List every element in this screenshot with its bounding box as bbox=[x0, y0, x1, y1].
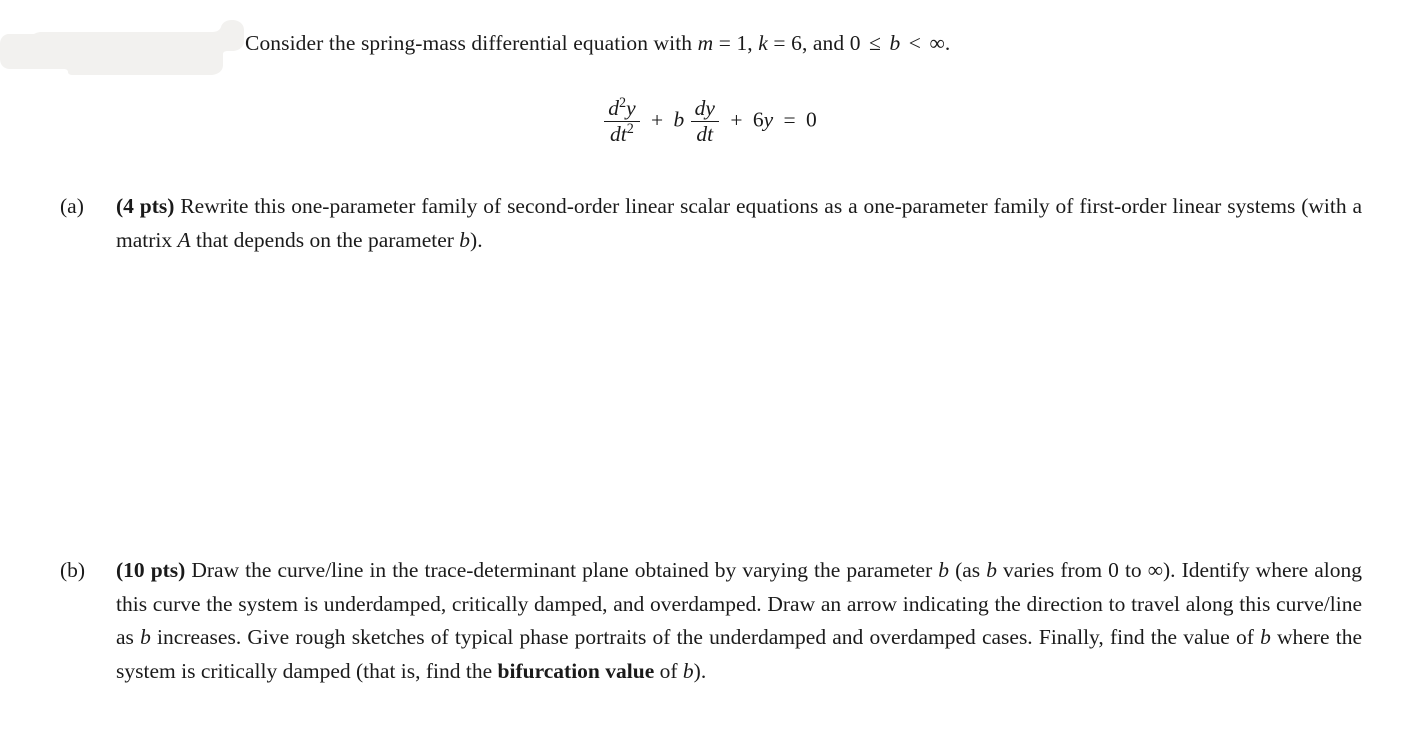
y-symbol: y bbox=[626, 96, 636, 120]
redaction-blob bbox=[0, 14, 244, 76]
item-a-label: (a) bbox=[60, 194, 84, 218]
lt-operator: < bbox=[903, 31, 927, 55]
plus-operator-1: + bbox=[651, 107, 664, 132]
symbol-b: b bbox=[889, 31, 901, 55]
item-b-paragraph: (10 pts) Draw the curve/line in the trac… bbox=[116, 554, 1362, 688]
displayed-equation: d2y dt2 + b dy dt + 6y = 0 bbox=[0, 94, 1403, 146]
y-symbol-2: y bbox=[763, 107, 774, 132]
fraction-numerator-2: dy bbox=[690, 96, 719, 123]
item-b-text-2: (as bbox=[949, 558, 987, 582]
parameter-b-symbol-a: b bbox=[459, 227, 471, 252]
item-b-text-6: of bbox=[654, 658, 683, 683]
item-b-text-7: ). bbox=[693, 658, 707, 683]
item-a-body: (4 pts) Rewrite this one-parameter famil… bbox=[116, 190, 1362, 257]
leq-operator: ≤ bbox=[869, 31, 881, 55]
intro-k-value: = 6, and 0 bbox=[767, 31, 867, 55]
d-symbol: d bbox=[608, 96, 619, 120]
problem-item-b: (b) (10 pts) Draw the curve/line in the … bbox=[60, 554, 1362, 688]
intro-sentence: Consider the spring-mass differential eq… bbox=[245, 27, 1365, 61]
item-b-body: (10 pts) Draw the curve/line in the trac… bbox=[116, 554, 1362, 688]
dt-symbol: dt bbox=[610, 122, 627, 147]
bifurcation-value-term: bifurcation value bbox=[497, 658, 655, 683]
fraction-denominator: dt2 bbox=[604, 122, 639, 146]
first-derivative-fraction: dy dt bbox=[690, 96, 719, 146]
item-b-points: (10 pts) bbox=[116, 558, 186, 582]
document-page: Consider the spring-mass differential eq… bbox=[0, 0, 1403, 755]
item-a-paragraph: (4 pts) Rewrite this one-parameter famil… bbox=[116, 190, 1362, 257]
parameter-b-symbol-b2: b bbox=[986, 558, 997, 582]
dt-symbol-2: dt bbox=[696, 122, 714, 147]
equation-line: d2y dt2 + b dy dt + 6y = 0 bbox=[603, 94, 817, 146]
item-b-label: (b) bbox=[60, 558, 86, 582]
fraction-numerator: d2y bbox=[604, 94, 640, 123]
right-hand-side: 0 bbox=[806, 107, 817, 132]
dy-symbol: dy bbox=[694, 96, 715, 120]
fraction-denominator-2: dt bbox=[691, 122, 719, 146]
intro-m-value: = 1, bbox=[713, 31, 759, 55]
parameter-b-symbol-b1: b bbox=[938, 558, 950, 582]
symbol-m: m bbox=[697, 31, 714, 55]
intro-period: . bbox=[944, 31, 951, 55]
infinity-symbol: ∞ bbox=[929, 31, 945, 55]
symbol-k: k bbox=[758, 31, 768, 55]
plus-operator-2: + bbox=[730, 107, 743, 132]
item-a-points: (4 pts) bbox=[116, 194, 175, 218]
problem-item-a: (a) (4 pts) Rewrite this one-parameter f… bbox=[60, 190, 1362, 257]
parameter-b-symbol-b5: b bbox=[682, 658, 694, 683]
exponent-two: 2 bbox=[618, 94, 627, 111]
exponent-two-den: 2 bbox=[626, 121, 634, 138]
item-a-text-3: ). bbox=[470, 227, 483, 252]
matrix-A-symbol: A bbox=[177, 227, 191, 252]
parameter-b-symbol-b4: b bbox=[1260, 625, 1271, 649]
item-a-text-2: that depends on the parameter bbox=[190, 227, 460, 252]
item-b-text-1: Draw the curve/line in the trace-determi… bbox=[191, 558, 939, 582]
item-b-text-4: increases. Give rough sketches of typica… bbox=[150, 625, 1261, 649]
coefficient-b: b bbox=[673, 107, 685, 132]
intro-text-lead: Consider the spring-mass differential eq… bbox=[245, 31, 698, 55]
redaction-brush-icon bbox=[0, 20, 244, 75]
parameter-b-symbol-b3: b bbox=[140, 625, 151, 649]
equals-operator: = bbox=[783, 107, 796, 132]
coefficient-six: 6 bbox=[752, 107, 764, 132]
second-derivative-fraction: d2y dt2 bbox=[604, 94, 640, 146]
